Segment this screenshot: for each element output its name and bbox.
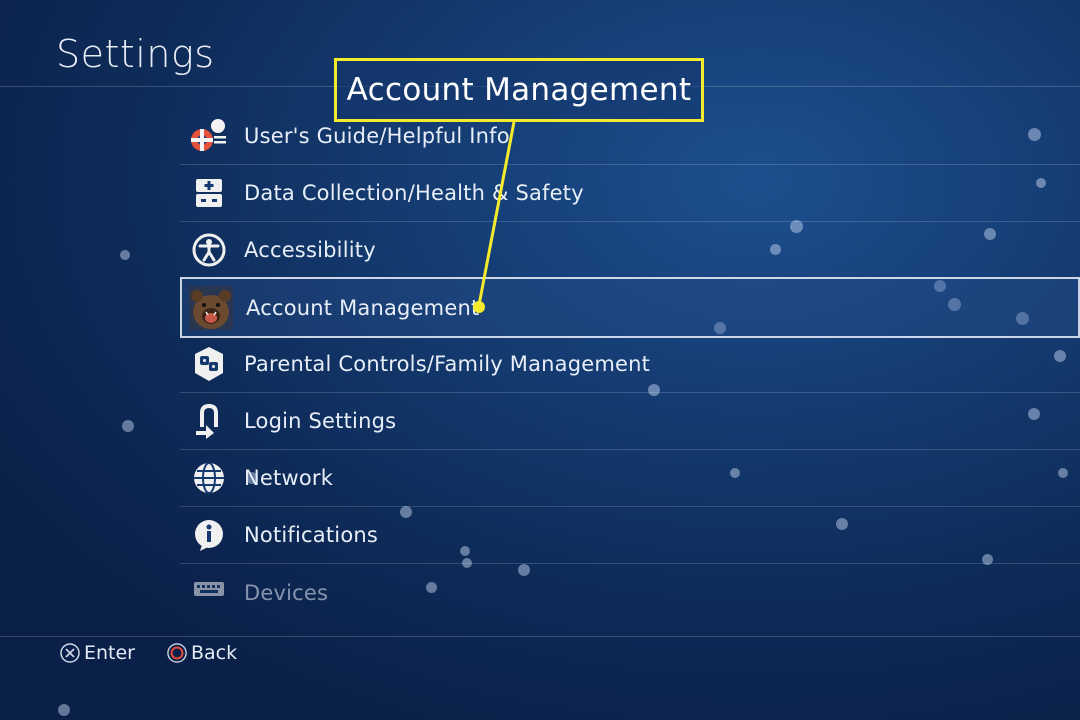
callout-label-box: Account Management: [334, 58, 704, 122]
callout-label: Account Management: [346, 72, 692, 108]
